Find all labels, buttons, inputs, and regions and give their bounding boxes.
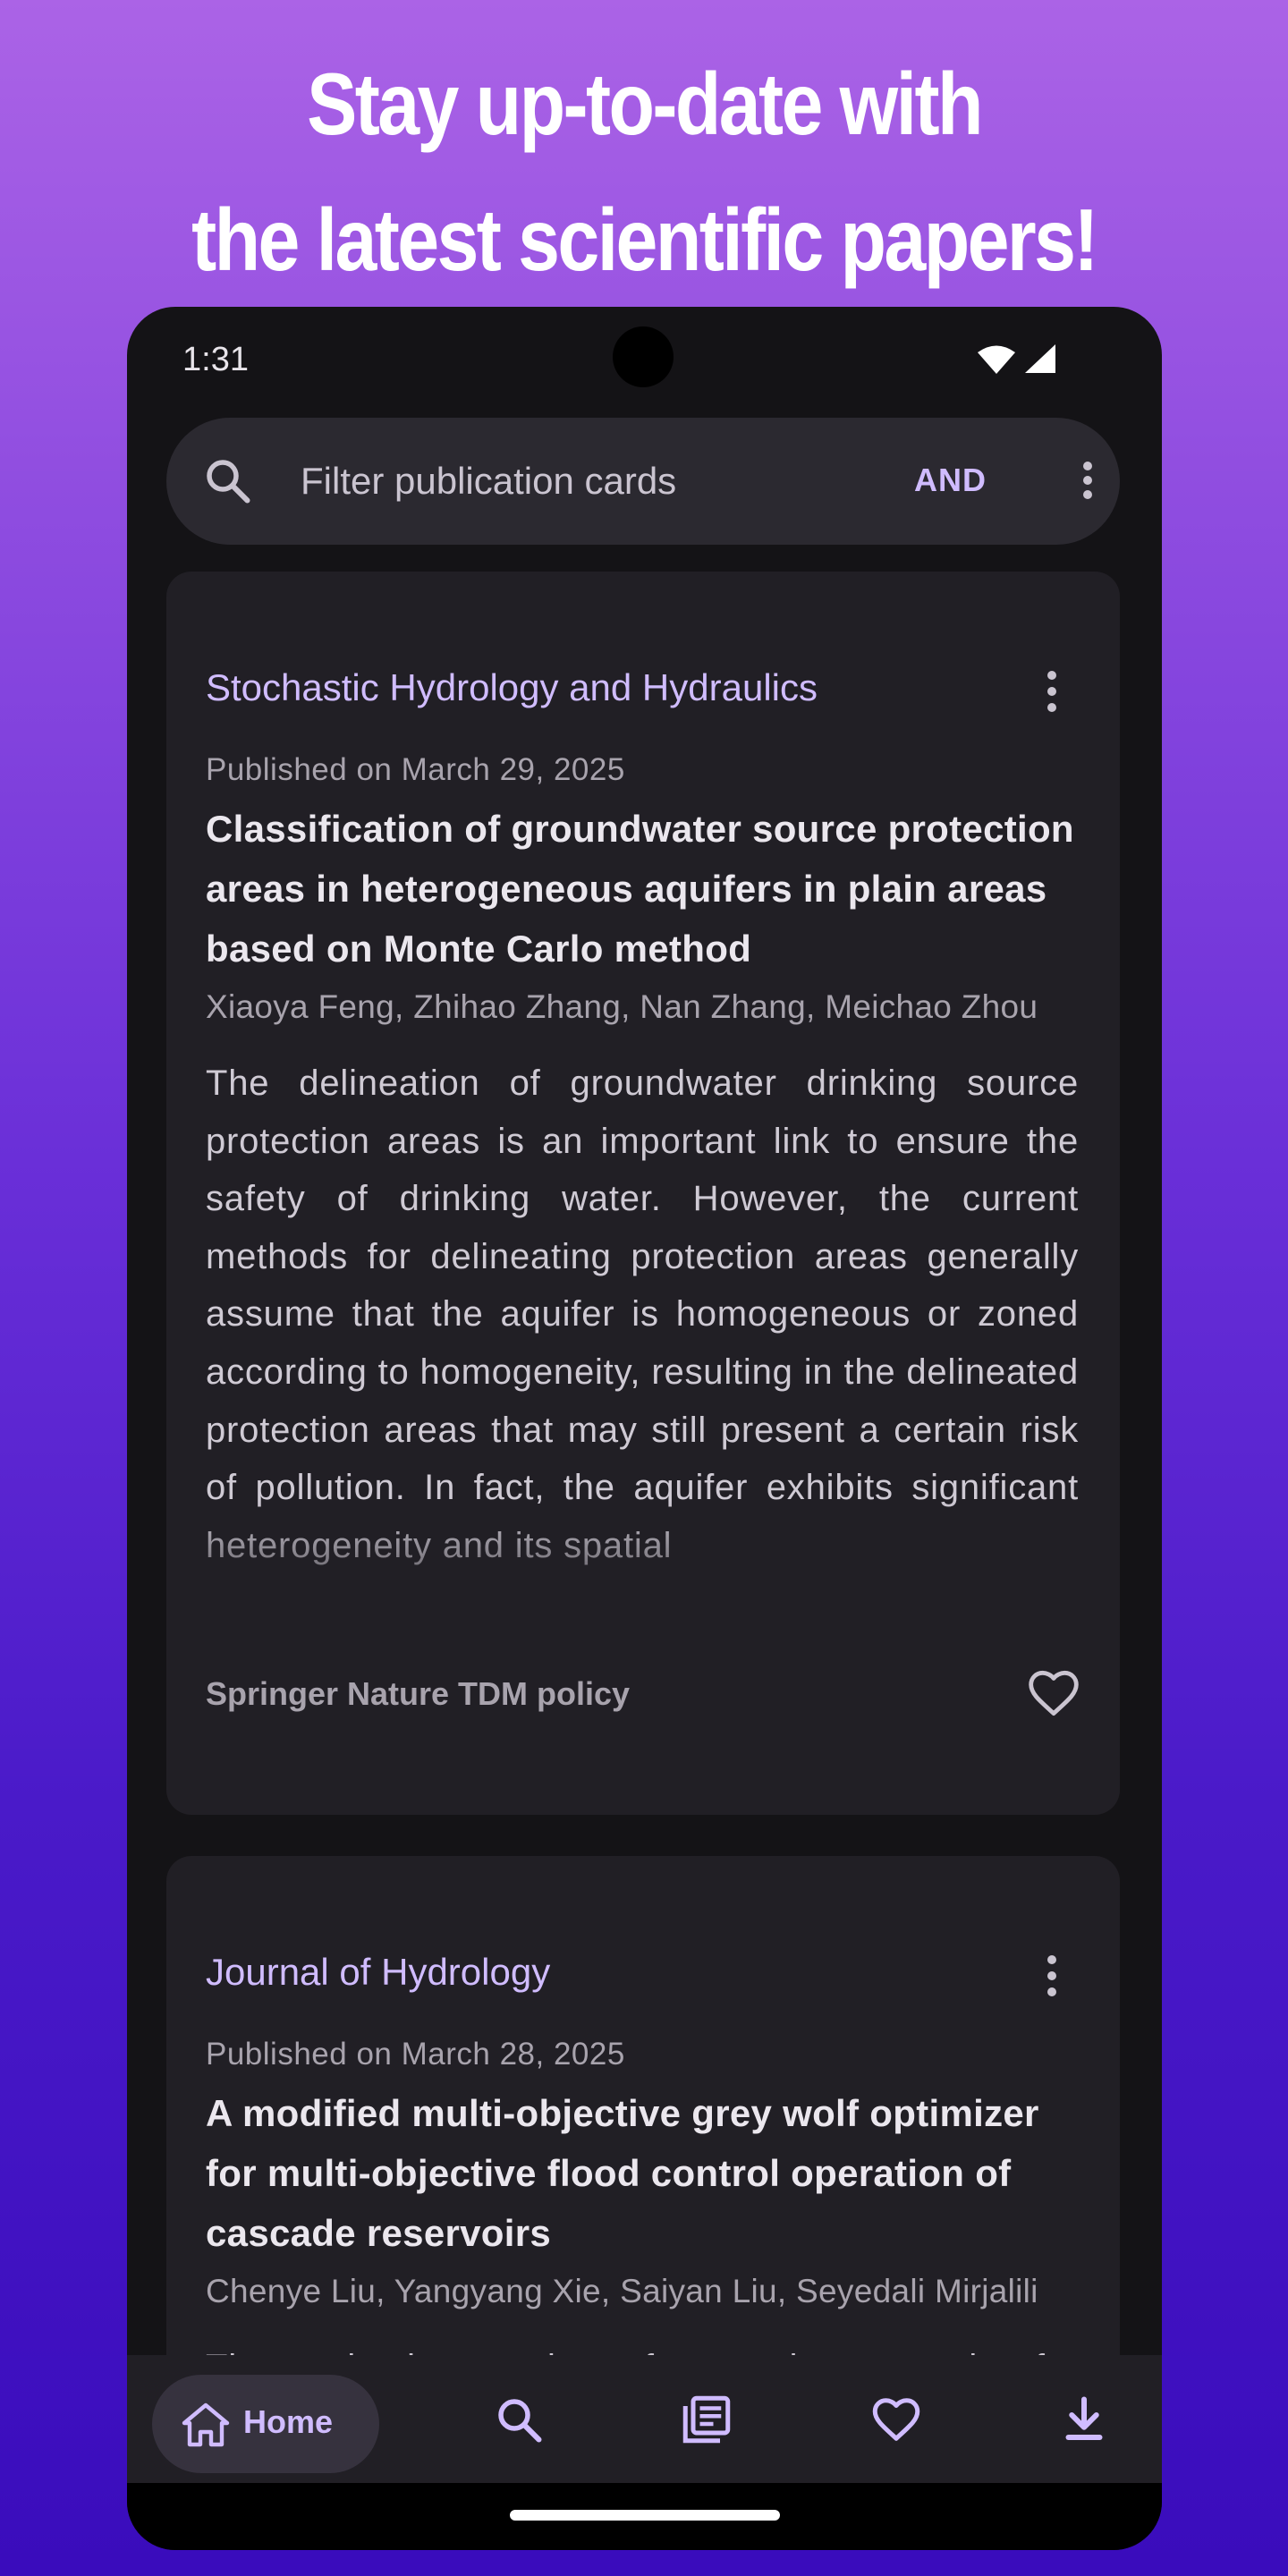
card-abstract: The delineation of groundwater drinking … [206,1063,1079,1565]
card-abstract: The optimal operation of cascade reservo… [206,2339,1079,2355]
search-icon[interactable] [200,453,254,507]
more-vert-icon[interactable] [1025,1949,1079,2003]
more-vert-icon[interactable] [1061,453,1114,507]
bottom-navigation: Home [127,2355,1162,2483]
favorite-heart-icon[interactable] [1025,1665,1082,1722]
card-title[interactable]: Classification of groundwater source pro… [206,799,1091,979]
card-authors: Xiaoya Feng, Zhihao Zhang, Nan Zhang, Me… [206,988,1038,1025]
search-bar: AND [166,418,1120,545]
gesture-bar [127,2483,1162,2550]
card-license[interactable]: Springer Nature TDM policy [206,1675,630,1713]
search-input[interactable] [299,452,803,511]
nav-home-label: Home [243,2403,334,2440]
card-authors: Chenye Liu, Yangyang Xie, Saiyan Liu, Se… [206,2273,1038,2309]
card-title[interactable]: A modified multi-objective grey wolf opt… [206,2083,1091,2263]
more-vert-icon[interactable] [1025,665,1079,718]
promo-headline: Stay up-to-date with the latest scientif… [90,36,1198,308]
card-published-date: Published on March 28, 2025 [206,2037,625,2072]
feed-icon[interactable] [680,2393,733,2446]
favorites-icon[interactable] [869,2393,923,2446]
signal-icon [1025,344,1055,373]
publication-card[interactable]: Journal of Hydrology Published on March … [166,1856,1120,2355]
camera-cutout [613,326,674,387]
nav-home[interactable]: Home [152,2375,379,2473]
download-icon[interactable] [1057,2393,1111,2446]
home-icon [182,2402,230,2447]
wifi-icon [978,345,1015,374]
filter-operator-button[interactable]: AND [900,453,1001,507]
status-time: 1:31 [182,341,249,378]
promo-headline-line1: Stay up-to-date with [307,55,983,153]
home-gesture-pill[interactable] [510,2510,780,2521]
publication-card[interactable]: Stochastic Hydrology and Hydraulics Publ… [166,572,1120,1815]
card-journal[interactable]: Journal of Hydrology [206,1951,550,1994]
status-bar: 1:31 [127,307,1162,414]
search-icon[interactable] [492,2393,546,2446]
phone-screen: 1:31 AND Stochastic Hydrology and Hydrau… [127,307,1162,2550]
publication-list[interactable]: Stochastic Hydrology and Hydraulics Publ… [127,572,1162,2355]
card-journal[interactable]: Stochastic Hydrology and Hydraulics [206,666,818,709]
promo-headline-line2: the latest scientific papers! [191,191,1098,289]
card-published-date: Published on March 29, 2025 [206,752,625,787]
